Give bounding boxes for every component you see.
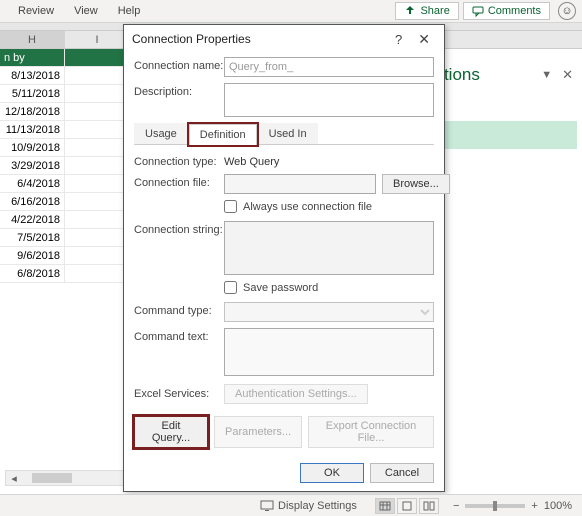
always-use-label: Always use connection file <box>243 201 372 213</box>
cell[interactable]: 6/4/2018 <box>0 175 65 193</box>
edit-query-button[interactable]: Edit Query... <box>134 416 208 448</box>
page-break-view-button[interactable] <box>419 498 439 514</box>
dialog-close-icon[interactable]: ✕ <box>412 31 436 48</box>
cell[interactable]: 12/18/2018 <box>0 103 65 121</box>
always-use-checkbox[interactable] <box>224 200 237 213</box>
browse-button[interactable]: Browse... <box>382 174 450 194</box>
dialog-title: Connection Properties <box>132 32 251 46</box>
connection-file-input <box>224 174 376 194</box>
cell[interactable]: 5/11/2018 <box>0 85 65 103</box>
dialog-tabs: Usage Definition Used In <box>134 123 434 145</box>
connection-type-value: Web Query <box>224 153 279 168</box>
status-bar: Display Settings − + 100% <box>0 494 582 516</box>
scroll-thumb[interactable] <box>32 473 72 483</box>
dialog-help-icon[interactable]: ? <box>385 32 412 47</box>
command-type-select <box>224 302 434 322</box>
monitor-icon <box>260 500 274 512</box>
cell[interactable] <box>65 175 130 193</box>
queries-pane: ections ▼ ✕ t_ <box>422 55 577 485</box>
ribbon-tab-review[interactable]: Review <box>8 0 64 22</box>
display-settings-label: Display Settings <box>278 500 357 512</box>
zoom-level[interactable]: 100% <box>544 500 572 512</box>
ribbon-tabs: Review View Help Share Comments ☺ <box>0 0 582 23</box>
cell[interactable]: 6/8/2018 <box>0 265 65 283</box>
connection-file-label: Connection file: <box>134 174 224 189</box>
connection-string-input <box>224 221 434 275</box>
cell[interactable] <box>65 85 130 103</box>
tab-used-in[interactable]: Used In <box>258 123 318 144</box>
cell[interactable]: 6/16/2018 <box>0 193 65 211</box>
connection-name-input[interactable] <box>224 57 434 77</box>
scroll-left-icon[interactable]: ◂ <box>6 472 22 485</box>
command-text-input[interactable] <box>224 328 434 376</box>
page-layout-view-button[interactable] <box>397 498 417 514</box>
display-settings-button[interactable]: Display Settings <box>260 500 357 512</box>
feedback-icon[interactable]: ☺ <box>558 2 576 20</box>
cell[interactable] <box>65 229 130 247</box>
connection-name-label: Connection name: <box>134 57 224 72</box>
zoom-out-button[interactable]: − <box>453 500 459 512</box>
comments-button[interactable]: Comments <box>463 2 550 20</box>
comment-icon <box>472 5 484 17</box>
col-header-i[interactable]: I <box>65 31 130 48</box>
share-button[interactable]: Share <box>395 2 458 20</box>
cell[interactable] <box>65 193 130 211</box>
pane-menu-icon[interactable]: ▼ <box>541 69 552 81</box>
cell[interactable] <box>65 265 130 283</box>
cancel-button[interactable]: Cancel <box>370 463 434 483</box>
zoom-in-button[interactable]: + <box>531 500 537 512</box>
connection-type-label: Connection type: <box>134 153 224 168</box>
table-header-cell[interactable]: n by <box>0 49 65 67</box>
ribbon-tab-help[interactable]: Help <box>108 0 151 22</box>
comments-label: Comments <box>488 5 541 17</box>
tab-usage[interactable]: Usage <box>134 123 188 144</box>
share-label: Share <box>420 5 449 17</box>
cell[interactable]: 11/13/2018 <box>0 121 65 139</box>
save-password-label: Save password <box>243 282 318 294</box>
cell[interactable] <box>65 247 130 265</box>
cell[interactable] <box>65 121 130 139</box>
description-label: Description: <box>134 83 224 98</box>
cell[interactable]: 9/6/2018 <box>0 247 65 265</box>
col-header-h[interactable]: H <box>0 31 65 48</box>
connection-string-label: Connection string: <box>134 221 224 236</box>
cell[interactable]: 10/9/2018 <box>0 139 65 157</box>
cell[interactable]: 3/29/2018 <box>0 157 65 175</box>
cell[interactable]: 8/13/2018 <box>0 67 65 85</box>
cell[interactable] <box>65 211 130 229</box>
cell[interactable] <box>65 103 130 121</box>
ribbon-tab-view[interactable]: View <box>64 0 108 22</box>
cell[interactable] <box>65 139 130 157</box>
description-input[interactable] <box>224 83 434 117</box>
cell[interactable]: 4/22/2018 <box>0 211 65 229</box>
cell[interactable] <box>65 157 130 175</box>
connection-properties-dialog: Connection Properties ? ✕ Connection nam… <box>123 24 445 492</box>
cell[interactable] <box>65 67 130 85</box>
ok-button[interactable]: OK <box>300 463 364 483</box>
zoom-slider[interactable] <box>465 504 525 508</box>
cell[interactable]: 7/5/2018 <box>0 229 65 247</box>
export-connection-button: Export Connection File... <box>308 416 434 448</box>
cell[interactable] <box>65 49 130 67</box>
auth-settings-button: Authentication Settings... <box>224 384 368 404</box>
parameters-button: Parameters... <box>214 416 302 448</box>
command-text-label: Command text: <box>134 328 224 343</box>
pane-close-icon[interactable]: ✕ <box>562 67 573 83</box>
save-password-checkbox[interactable] <box>224 281 237 294</box>
connection-item[interactable]: t_ <box>422 121 577 149</box>
tab-definition[interactable]: Definition <box>189 124 257 145</box>
share-icon <box>404 5 416 17</box>
normal-view-button[interactable] <box>375 498 395 514</box>
excel-services-label: Excel Services: <box>134 388 216 400</box>
command-type-label: Command type: <box>134 302 224 317</box>
